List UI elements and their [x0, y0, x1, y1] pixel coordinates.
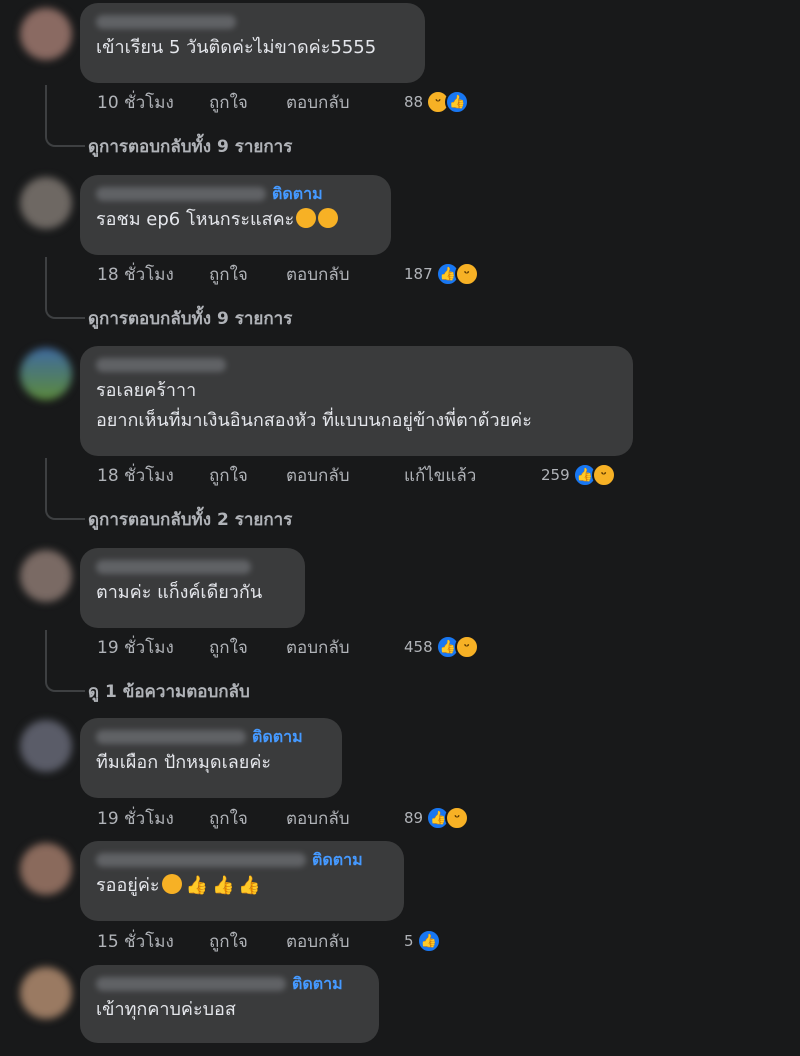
comment-bubble: ติดตาม รอชม ep6 โหนกระแสคะ — [80, 175, 391, 255]
avatar[interactable] — [20, 177, 72, 229]
reaction-count: 89 — [404, 809, 424, 827]
like-button[interactable]: ถูกใจ — [209, 462, 286, 489]
comment-text: รอชม ep6 โหนกระแสคะ — [96, 209, 295, 230]
reaction-summary[interactable]: 187 👍 ᵕ — [404, 262, 479, 286]
reaction-summary[interactable]: 458 👍 ᵕ — [404, 635, 479, 659]
comment-actions: 19 ชั่วโมง ถูกใจ ตอบกลับ — [97, 635, 404, 659]
thread-connector — [45, 458, 85, 520]
view-replies-link[interactable]: ดู 1 ข้อความตอบกลับ — [88, 678, 250, 705]
comment-actions: 10 ชั่วโมง ถูกใจ ตอบกลับ — [97, 90, 404, 114]
like-reaction-icon: 👍 — [416, 929, 441, 953]
comment-text-line: รอเลยคร้าาา — [96, 380, 197, 401]
haha-reaction-icon: ᵕ — [591, 463, 616, 487]
reaction-count: 187 — [404, 265, 433, 283]
thumbs-up-emoji-icon: 👍 — [185, 875, 208, 896]
comment-bubble: ติดตาม ทีมเผือก ปักหมุดเลยค่ะ — [80, 718, 342, 798]
reaction-summary[interactable]: 88 ᵕ 👍 — [404, 90, 470, 114]
reply-button[interactable]: ตอบกลับ — [286, 805, 404, 832]
thread-connector — [45, 85, 85, 147]
like-button[interactable]: ถูกใจ — [209, 805, 286, 832]
like-button[interactable]: ถูกใจ — [209, 89, 286, 116]
like-reaction-icon: 👍 — [445, 90, 470, 114]
reaction-summary[interactable]: 89 👍 ᵕ — [404, 806, 470, 830]
avatar[interactable] — [20, 550, 72, 602]
follow-button[interactable]: ติดตาม — [272, 182, 323, 207]
avatar[interactable] — [20, 8, 72, 60]
thumbs-up-emoji-icon: 👍 — [238, 875, 261, 896]
haha-reaction-icon: ᵕ — [454, 635, 479, 659]
author-name[interactable] — [96, 730, 246, 744]
comment-bubble: ติดตาม รออยู่ค่ะ 👍 👍 👍 — [80, 841, 404, 921]
reply-button[interactable]: ตอบกลับ — [286, 261, 404, 288]
view-replies-link[interactable]: ดูการตอบกลับทั้ง 9 รายการ — [88, 305, 292, 332]
author-name[interactable] — [96, 853, 306, 867]
reaction-count: 458 — [404, 638, 433, 656]
reaction-count: 5 — [404, 932, 414, 950]
avatar[interactable] — [20, 967, 72, 1019]
thumbs-up-emoji-icon: 👍 — [211, 875, 235, 896]
reply-button[interactable]: ตอบกลับ — [286, 462, 404, 489]
follow-button[interactable]: ติดตาม — [292, 972, 343, 997]
author-name[interactable] — [96, 187, 266, 201]
like-button[interactable]: ถูกใจ — [209, 928, 286, 955]
follow-button[interactable]: ติดตาม — [252, 725, 303, 750]
rofl-emoji-icon — [296, 208, 317, 228]
comment-actions: 19 ชั่วโมง ถูกใจ ตอบกลับ — [97, 806, 404, 830]
reaction-summary[interactable]: 5 👍 — [404, 929, 441, 953]
author-name[interactable] — [96, 15, 236, 29]
comment-actions: 18 ชั่วโมง ถูกใจ ตอบกลับ แก้ไขแล้ว — [97, 463, 522, 487]
author-name[interactable] — [96, 358, 226, 372]
comment-text: เข้าทุกคาบค่ะบอส — [96, 999, 236, 1020]
like-button[interactable]: ถูกใจ — [209, 634, 286, 661]
blush-emoji-icon — [318, 208, 339, 228]
timestamp[interactable]: 15 ชั่วโมง — [97, 928, 209, 955]
view-replies-link[interactable]: ดูการตอบกลับทั้ง 2 รายการ — [88, 506, 292, 533]
haha-reaction-icon: ᵕ — [445, 806, 470, 830]
reaction-count: 88 — [404, 93, 424, 111]
comment-text: รออยู่ค่ะ — [96, 875, 160, 896]
author-name[interactable] — [96, 977, 286, 991]
heart-eyes-emoji-icon — [161, 874, 182, 894]
timestamp[interactable]: 18 ชั่วโมง — [97, 261, 209, 288]
comment-bubble: รอเลยคร้าาา อยากเห็นที่มาเงินอินกสองหัว … — [80, 346, 633, 456]
comment-bubble: เข้าเรียน 5 วันติดค่ะไม่ขาดค่ะ5555 — [80, 3, 425, 83]
follow-button[interactable]: ติดตาม — [312, 848, 363, 873]
reply-button[interactable]: ตอบกลับ — [286, 634, 404, 661]
comment-actions: 15 ชั่วโมง ถูกใจ ตอบกลับ — [97, 929, 404, 953]
timestamp[interactable]: 19 ชั่วโมง — [97, 634, 209, 661]
reply-button[interactable]: ตอบกลับ — [286, 89, 404, 116]
view-replies-link[interactable]: ดูการตอบกลับทั้ง 9 รายการ — [88, 133, 292, 160]
comment-text: ทีมเผือก ปักหมุดเลยค่ะ — [96, 752, 272, 773]
like-button[interactable]: ถูกใจ — [209, 261, 286, 288]
timestamp[interactable]: 18 ชั่วโมง — [97, 462, 209, 489]
comment-bubble: ติดตาม เข้าทุกคาบค่ะบอส — [80, 965, 379, 1043]
comment-text-line: อยากเห็นที่มาเงินอินกสองหัว ที่แบบนกอยู่… — [96, 410, 532, 431]
thread-connector — [45, 257, 85, 319]
avatar[interactable] — [20, 720, 72, 772]
timestamp[interactable]: 19 ชั่วโมง — [97, 805, 209, 832]
haha-reaction-icon: ᵕ — [454, 262, 479, 286]
comment-actions: 18 ชั่วโมง ถูกใจ ตอบกลับ — [97, 262, 404, 286]
comment-text: ตามค่ะ แก็งค์เดียวกัน — [96, 582, 263, 603]
comment-bubble: ตามค่ะ แก็งค์เดียวกัน — [80, 548, 305, 628]
comment-text: เข้าเรียน 5 วันติดค่ะไม่ขาดค่ะ5555 — [96, 37, 377, 58]
reaction-count: 259 — [541, 466, 570, 484]
avatar[interactable] — [20, 843, 72, 895]
author-name[interactable] — [96, 560, 251, 574]
avatar[interactable] — [20, 348, 72, 400]
reply-button[interactable]: ตอบกลับ — [286, 928, 404, 955]
edited-label[interactable]: แก้ไขแล้ว — [404, 462, 522, 489]
thread-connector — [45, 630, 85, 692]
timestamp[interactable]: 10 ชั่วโมง — [97, 89, 209, 116]
reaction-summary[interactable]: 259 👍 ᵕ — [541, 463, 616, 487]
